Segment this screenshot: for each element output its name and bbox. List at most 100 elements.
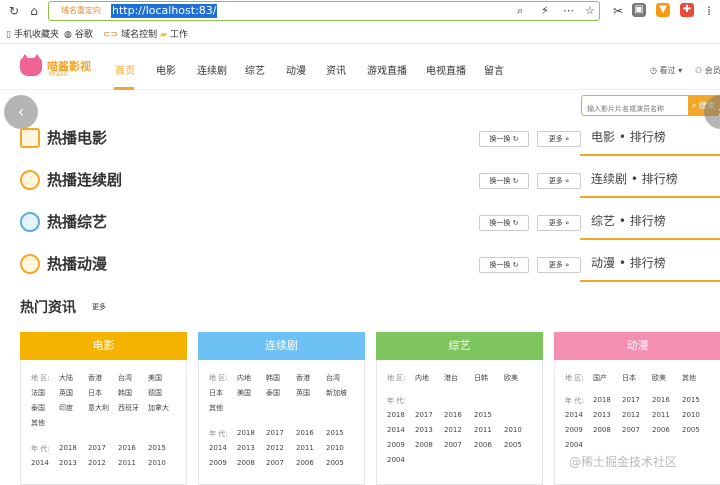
bookmark-mobile[interactable]: ▯ 手机收藏夹 (6, 27, 59, 40)
year-link[interactable]: 2016 (444, 411, 462, 419)
nav-movie[interactable]: 电影 (156, 62, 176, 77)
year-link[interactable]: 2004 (565, 441, 583, 449)
region-link[interactable]: 内地 (237, 373, 251, 383)
bookmark-work[interactable]: ▰ 工作 (160, 27, 188, 40)
year-link[interactable]: 2017 (622, 396, 640, 404)
region-link[interactable]: 新加坡 (326, 388, 347, 398)
year-link[interactable]: 2018 (593, 396, 611, 404)
year-link[interactable]: 2004 (387, 456, 405, 464)
region-link[interactable]: 日韩 (474, 373, 488, 383)
year-link[interactable]: 2010 (504, 426, 522, 434)
region-link[interactable]: 日本 (88, 388, 102, 398)
address-bar[interactable]: 域名重定向 http://localhost:83/ ⌕ ⚡ ⋯ ☆ (48, 1, 600, 21)
region-link[interactable]: 德国 (148, 388, 162, 398)
star-icon[interactable]: ☆ (585, 4, 595, 17)
grid-icon[interactable]: ⁞ (701, 3, 717, 19)
card-header[interactable]: 动漫 (554, 332, 720, 360)
region-link[interactable]: 美国 (237, 388, 251, 398)
region-link[interactable]: 韩国 (118, 388, 132, 398)
nav-home[interactable]: 首页 (115, 62, 135, 77)
nav-game-live[interactable]: 游戏直播 (367, 62, 407, 77)
nav-variety[interactable]: 综艺 (245, 62, 265, 77)
region-link[interactable]: 加拿大 (148, 403, 169, 413)
news-more-link[interactable]: 更多 (92, 302, 106, 312)
card-header[interactable]: 综艺 (376, 332, 543, 360)
year-link[interactable]: 2006 (652, 426, 670, 434)
year-link[interactable]: 2010 (682, 411, 700, 419)
year-link[interactable]: 2008 (237, 459, 255, 467)
year-link[interactable]: 2011 (296, 444, 314, 452)
nav-series[interactable]: 连续剧 (197, 62, 227, 77)
game-icon[interactable]: ✚ (680, 3, 694, 17)
extension-icon[interactable]: ▣ (632, 3, 646, 17)
year-link[interactable]: 2005 (682, 426, 700, 434)
year-link[interactable]: 2007 (266, 459, 284, 467)
region-link[interactable]: 香港 (296, 373, 310, 383)
cat-logo-icon[interactable] (20, 54, 42, 76)
year-link[interactable]: 2005 (504, 441, 522, 449)
year-link[interactable]: 2013 (59, 459, 77, 467)
refresh-icon[interactable]: ↻ (6, 3, 22, 19)
region-link[interactable]: 日本 (209, 388, 223, 398)
year-link[interactable]: 2016 (296, 429, 314, 437)
region-link[interactable]: 国产 (593, 373, 607, 383)
search-icon[interactable]: ⌕ (517, 4, 523, 18)
year-link[interactable]: 2015 (148, 444, 166, 452)
year-link[interactable]: 2017 (415, 411, 433, 419)
year-link[interactable]: 2010 (326, 444, 344, 452)
region-link[interactable]: 其他 (682, 373, 696, 383)
region-link[interactable]: 西班牙 (118, 403, 139, 413)
nav-message[interactable]: 留言 (484, 62, 504, 77)
year-link[interactable]: 2018 (59, 444, 77, 452)
year-link[interactable]: 2008 (593, 426, 611, 434)
bookmark-google[interactable]: ◍ 谷歌 (64, 27, 93, 40)
year-link[interactable]: 2013 (593, 411, 611, 419)
lightning-icon[interactable]: ⚡ (541, 4, 549, 17)
year-link[interactable]: 2007 (622, 426, 640, 434)
region-link[interactable]: 意大利 (88, 403, 109, 413)
region-link[interactable]: 泰国 (266, 388, 280, 398)
nav-anime[interactable]: 动漫 (286, 62, 306, 77)
refresh-button[interactable]: 换一换 ↻ (479, 131, 529, 147)
home-icon[interactable]: ⌂ (26, 3, 42, 19)
year-link[interactable]: 2017 (266, 429, 284, 437)
year-link[interactable]: 2006 (296, 459, 314, 467)
region-link[interactable]: 日本 (622, 373, 636, 383)
more-button[interactable]: 更多 » (537, 215, 581, 231)
refresh-button[interactable]: 换一换 ↻ (479, 215, 529, 231)
card-header[interactable]: 连续剧 (198, 332, 365, 360)
bookmark-domain[interactable]: ⊂⊃ 域名控制 (103, 27, 157, 40)
member-link[interactable]: ⚇ 会员 (695, 65, 720, 76)
region-link[interactable]: 美国 (148, 373, 162, 383)
region-link[interactable]: 台湾 (118, 373, 132, 383)
url-text[interactable]: http://localhost:83/ (111, 4, 218, 18)
refresh-button[interactable]: 换一换 ↻ (479, 257, 529, 273)
year-link[interactable]: 2016 (652, 396, 670, 404)
region-link[interactable]: 大陆 (59, 373, 73, 383)
region-link[interactable]: 泰国 (31, 403, 45, 413)
year-link[interactable]: 2008 (415, 441, 433, 449)
year-link[interactable]: 2016 (118, 444, 136, 452)
year-link[interactable]: 2011 (474, 426, 492, 434)
history-link[interactable]: ◷ 看过 ▾ (650, 65, 682, 76)
year-link[interactable]: 2014 (209, 444, 227, 452)
year-link[interactable]: 2018 (387, 411, 405, 419)
more-button[interactable]: 更多 » (537, 257, 581, 273)
region-link[interactable]: 印度 (59, 403, 73, 413)
region-link[interactable]: 内地 (415, 373, 429, 383)
more-icon[interactable]: ⋯ (563, 4, 574, 17)
region-link[interactable]: 其他 (31, 418, 45, 428)
region-link[interactable]: 港台 (444, 373, 458, 383)
year-link[interactable]: 2015 (474, 411, 492, 419)
more-button[interactable]: 更多 » (537, 131, 581, 147)
region-link[interactable]: 香港 (88, 373, 102, 383)
year-link[interactable]: 2018 (237, 429, 255, 437)
year-link[interactable]: 2007 (444, 441, 462, 449)
year-link[interactable]: 2012 (266, 444, 284, 452)
region-link[interactable]: 台湾 (326, 373, 340, 383)
card-header[interactable]: 电影 (20, 332, 187, 360)
more-button[interactable]: 更多 » (537, 173, 581, 189)
year-link[interactable]: 2014 (387, 426, 405, 434)
refresh-button[interactable]: 换一换 ↻ (479, 173, 529, 189)
year-link[interactable]: 2014 (565, 411, 583, 419)
